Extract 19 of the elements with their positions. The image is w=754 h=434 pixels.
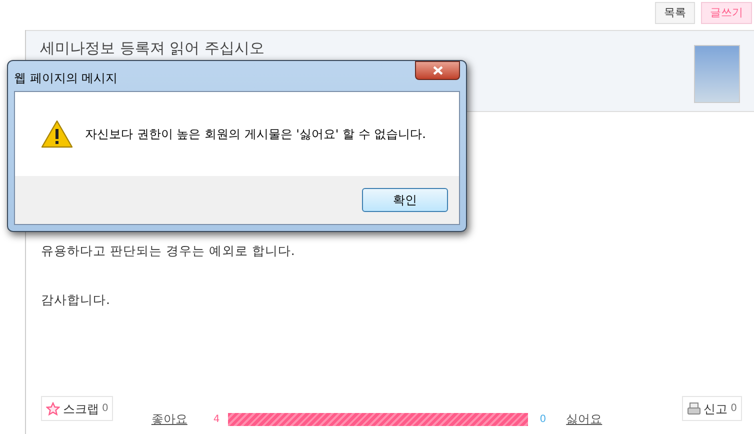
- ok-button[interactable]: 확인: [362, 188, 448, 212]
- like-link[interactable]: 좋아요: [151, 410, 188, 428]
- dialog-title: 웹 페이지의 메시지: [14, 70, 118, 87]
- like-count: 4: [213, 412, 220, 426]
- dislike-link[interactable]: 싫어요: [566, 410, 602, 428]
- photo-placeholder: [694, 45, 740, 103]
- dialog-message: 자신보다 권한이 높은 회원의 게시물은 '싫어요' 할 수 없습니다.: [85, 126, 426, 143]
- warning-icon: [41, 120, 73, 148]
- printer-icon: [686, 402, 701, 415]
- star-icon: [46, 402, 60, 416]
- close-button[interactable]: [415, 61, 460, 80]
- close-icon: [432, 66, 442, 75]
- body-text: 유용하다고 판단되는 경우는 예외로 합니다.: [41, 242, 296, 260]
- body-text: 감사합니다.: [41, 290, 111, 309]
- toolbar-button[interactable]: 목록: [655, 2, 695, 24]
- dislike-count: 0: [540, 412, 546, 426]
- scrap-button[interactable]: 스크랩 0: [41, 396, 114, 421]
- report-button[interactable]: 신고 0: [682, 396, 742, 421]
- post-title: 세미나정보 등록져 읽어 주십시오: [40, 38, 264, 59]
